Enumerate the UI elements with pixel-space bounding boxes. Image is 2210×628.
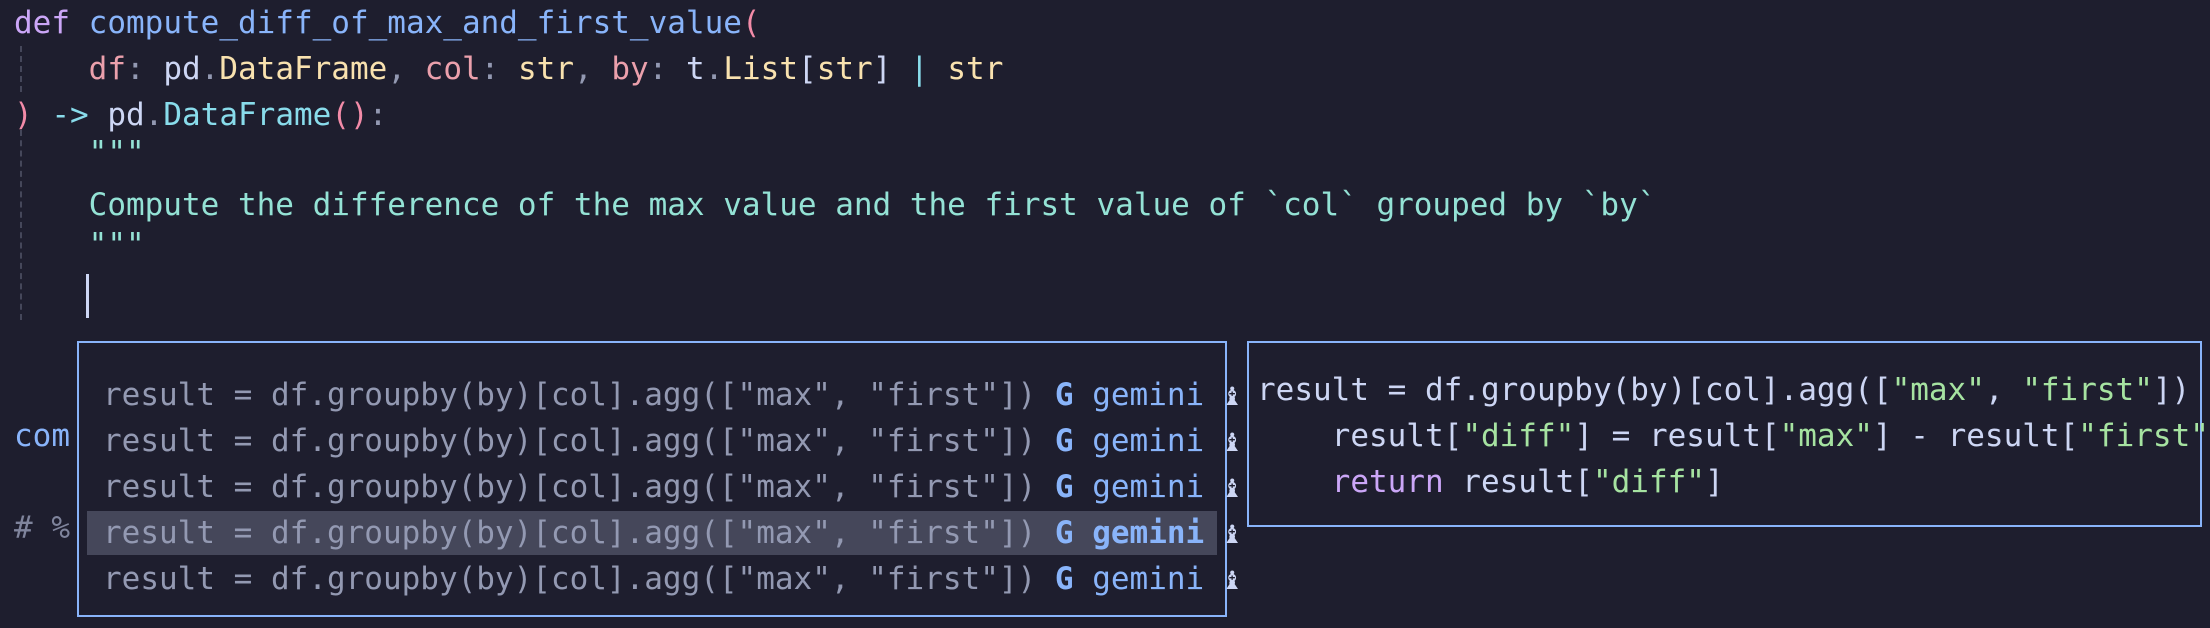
- gemini-icon: G: [1054, 515, 1074, 551]
- param-df: df: [88, 51, 126, 87]
- code-line-4[interactable]: """: [14, 130, 145, 176]
- completion-source: gemini: [1092, 561, 1205, 597]
- return-arrow: ->: [51, 97, 89, 133]
- gemini-icon: G: [1054, 423, 1074, 459]
- preview-line-1: result = df.groupby(by)[col].agg(["max",…: [1257, 367, 2190, 413]
- dot: .: [144, 97, 164, 133]
- comma: ,: [574, 51, 593, 87]
- preview-string: "first": [2022, 372, 2153, 408]
- completion-item[interactable]: result = df.groupby(by)[col].agg(["max",…: [87, 465, 1242, 509]
- open-paren: (: [741, 5, 761, 41]
- completion-code: result = df.groupby(by)[col].agg(["max",…: [103, 377, 1037, 413]
- comma: ,: [387, 51, 406, 87]
- hidden-code-line[interactable]: com: [14, 413, 70, 459]
- type-list: List: [723, 51, 799, 87]
- kind-icon: ♝: [1222, 561, 1242, 597]
- preview-code: ] = result[: [1574, 418, 1780, 454]
- call-parens: (): [331, 97, 369, 133]
- union-pipe: |: [910, 51, 929, 87]
- preview-code: ] - result[: [1872, 418, 2079, 454]
- module-pd: pd: [107, 97, 145, 133]
- close-paren: ): [14, 97, 33, 133]
- text-cursor: [86, 274, 89, 318]
- preview-string: "diff": [1462, 418, 1575, 454]
- type-str: str: [518, 51, 574, 87]
- code-line-1[interactable]: def compute_diff_of_max_and_first_value(: [14, 0, 761, 46]
- kind-icon: ♝: [1222, 469, 1242, 505]
- gemini-icon: G: [1054, 469, 1074, 505]
- preview-code: result[: [1331, 418, 1463, 454]
- completion-source: gemini: [1092, 469, 1205, 505]
- preview-string: "max": [1891, 372, 1985, 408]
- gemini-icon: G: [1054, 561, 1074, 597]
- docstring-close: """: [88, 227, 145, 263]
- completion-preview-panel[interactable]: result = df.groupby(by)[col].agg(["max",…: [1247, 341, 2210, 527]
- preview-code: result[: [1443, 464, 1593, 500]
- completion-source: gemini: [1092, 515, 1205, 551]
- param-col: col: [424, 51, 481, 87]
- module-pd: pd: [163, 51, 201, 87]
- completion-source: gemini: [1092, 377, 1205, 413]
- completion-item-selected[interactable]: result = df.groupby(by)[col].agg(["max",…: [87, 511, 1242, 555]
- colon: :: [125, 51, 145, 87]
- gemini-icon: G: [1054, 377, 1074, 413]
- module-t: t: [686, 51, 705, 87]
- preview-code: result = df.groupby(by)[col].agg([: [1257, 372, 1892, 408]
- preview-string: "first": [2078, 418, 2209, 454]
- colon: :: [368, 97, 388, 133]
- type-str: str: [947, 51, 1004, 87]
- completion-code: result = df.groupby(by)[col].agg(["max",…: [103, 515, 1037, 551]
- code-line-2[interactable]: df: pd.DataFrame, col: str, by: t.List[s…: [14, 46, 1004, 92]
- kind-icon: ♝: [1222, 515, 1242, 551]
- preview-code: ,: [1984, 372, 2023, 408]
- type-dataframe: DataFrame: [219, 51, 388, 87]
- preview-line-3: return result["diff"]: [1257, 459, 1724, 505]
- preview-string: "max": [1779, 418, 1873, 454]
- docstring-open: """: [88, 135, 145, 171]
- dot: .: [704, 51, 724, 87]
- param-by: by: [611, 51, 649, 87]
- dot: .: [200, 51, 220, 87]
- kind-icon: ♝: [1222, 423, 1242, 459]
- completion-item[interactable]: result = df.groupby(by)[col].agg(["max",…: [87, 557, 1242, 601]
- preview-line-2: result["diff"] = result["max"] - result[…: [1257, 413, 2210, 459]
- kind-icon: ♝: [1222, 377, 1242, 413]
- preview-code: ]: [1704, 464, 1724, 500]
- colon: :: [480, 51, 500, 87]
- hidden-comment-line[interactable]: # %: [14, 505, 70, 551]
- def-keyword: def: [14, 5, 70, 41]
- return-type: DataFrame: [163, 97, 332, 133]
- type-str: str: [816, 51, 873, 87]
- preview-code: ]): [2152, 372, 2191, 408]
- colon: :: [648, 51, 668, 87]
- docstring-text: Compute the difference of the max value …: [88, 187, 1657, 223]
- completion-code: result = df.groupby(by)[col].agg(["max",…: [103, 561, 1037, 597]
- code-line-6[interactable]: """: [14, 222, 145, 268]
- completion-code: result = df.groupby(by)[col].agg(["max",…: [103, 469, 1037, 505]
- bracket-open: [: [798, 51, 817, 87]
- code-line-5[interactable]: Compute the difference of the max value …: [14, 182, 1657, 228]
- completion-code: result = df.groupby(by)[col].agg(["max",…: [103, 423, 1037, 459]
- return-keyword: return: [1331, 464, 1444, 500]
- completion-source: gemini: [1092, 423, 1205, 459]
- function-name: compute_diff_of_max_and_first_value: [88, 5, 742, 41]
- completion-item[interactable]: result = df.groupby(by)[col].agg(["max",…: [87, 373, 1242, 417]
- completion-item[interactable]: result = df.groupby(by)[col].agg(["max",…: [87, 419, 1242, 463]
- completion-menu[interactable]: result = df.groupby(by)[col].agg(["max",…: [77, 341, 1242, 617]
- preview-string: "diff": [1592, 464, 1705, 500]
- bracket-close: ]: [872, 51, 892, 87]
